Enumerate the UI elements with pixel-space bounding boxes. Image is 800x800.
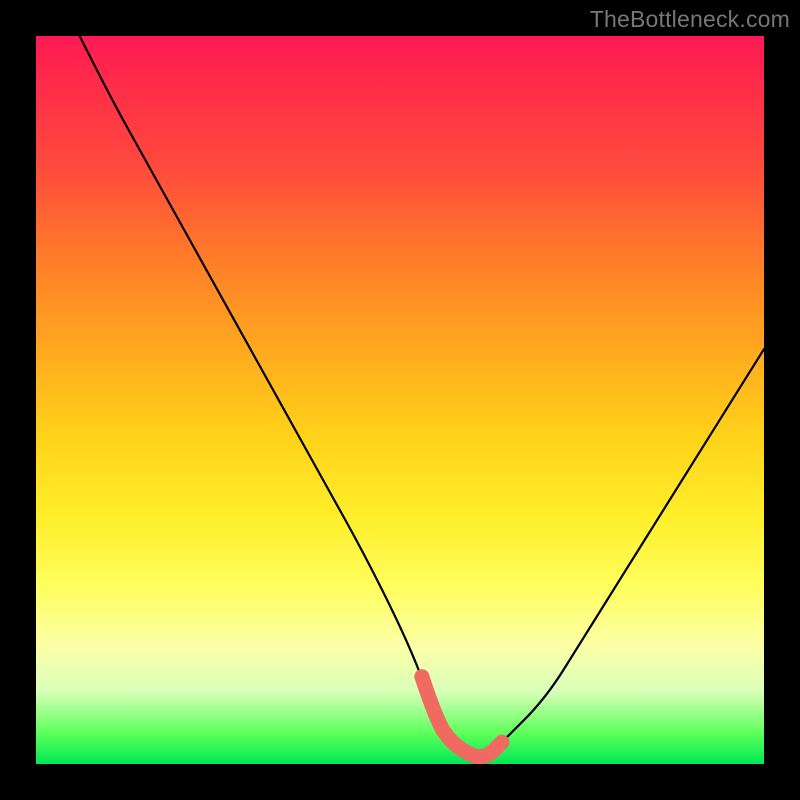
curve-line bbox=[80, 36, 764, 757]
bottleneck-curve bbox=[36, 36, 764, 764]
chart-frame: TheBottleneck.com bbox=[0, 0, 800, 800]
plot-area bbox=[36, 36, 764, 764]
curve-highlight bbox=[422, 677, 502, 757]
watermark-text: TheBottleneck.com bbox=[590, 6, 790, 33]
